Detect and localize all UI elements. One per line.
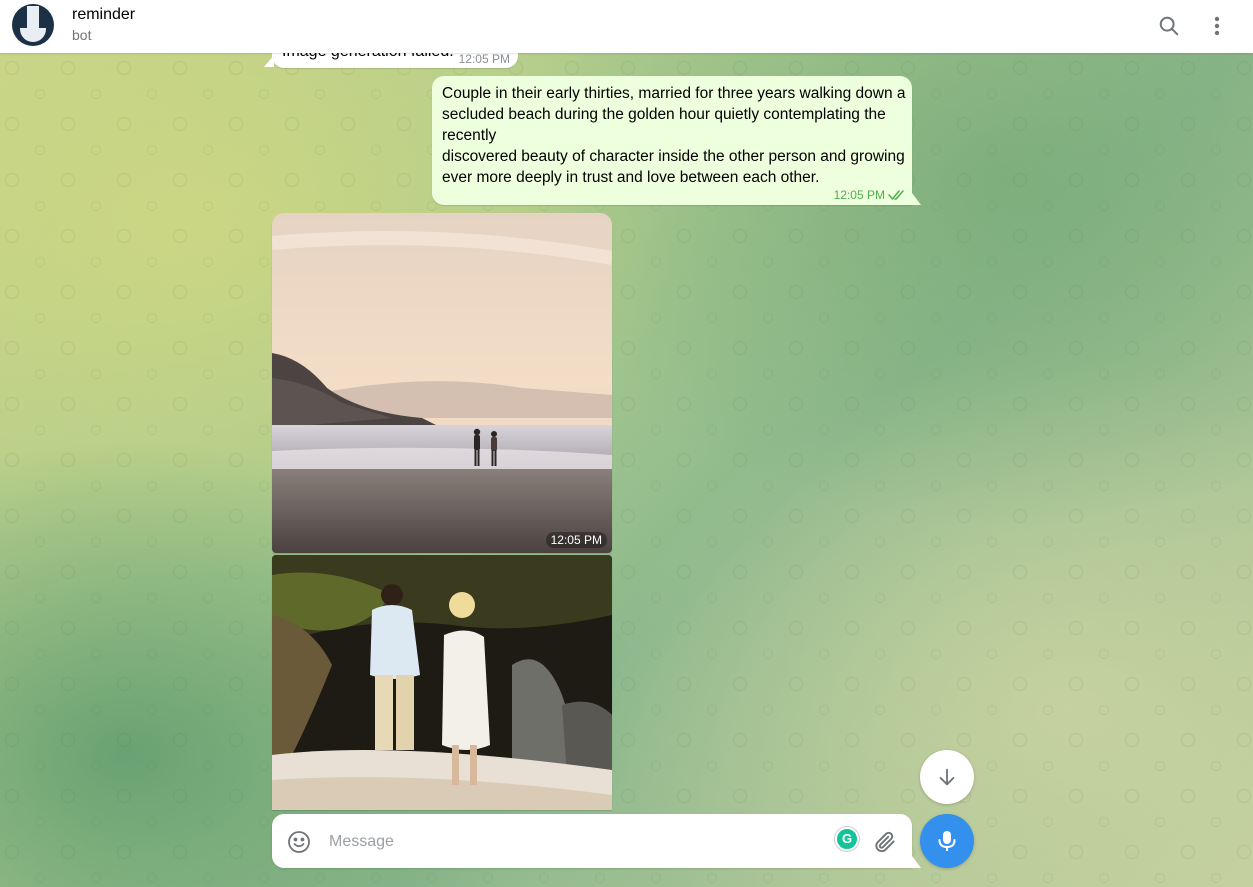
- message-time: 12:05 PM: [458, 52, 510, 66]
- photo-timestamp: 12:05 PM: [545, 532, 607, 548]
- beach-sunset-photo: [272, 213, 612, 553]
- grammarly-icon[interactable]: G: [835, 827, 859, 851]
- message-text: Couple in their early thirties, married …: [442, 85, 906, 186]
- double-check-icon: [888, 190, 904, 200]
- microphone-icon: [938, 831, 956, 851]
- more-options-button[interactable]: [1204, 13, 1230, 39]
- avatar[interactable]: [12, 4, 54, 46]
- bubble-tail: [264, 55, 274, 67]
- photo-message-beach-rocks[interactable]: [272, 555, 612, 810]
- chat-title[interactable]: reminder: [72, 6, 135, 24]
- emoji-icon[interactable]: [286, 829, 312, 855]
- arrow-down-icon: [939, 768, 955, 786]
- more-vertical-icon: [1214, 16, 1220, 36]
- chat-subtitle: bot: [72, 27, 92, 43]
- scroll-to-bottom-button[interactable]: [920, 750, 974, 804]
- composer-tail: [912, 856, 921, 868]
- search-button[interactable]: [1156, 13, 1182, 39]
- message-meta: 12:05 PM: [834, 188, 906, 202]
- message-input[interactable]: [327, 827, 821, 857]
- photo-message-beach-sunset[interactable]: 12:05 PM: [272, 213, 612, 553]
- bubble-tail: [912, 193, 921, 205]
- chat-header: reminder bot: [0, 0, 1253, 53]
- message-outgoing[interactable]: Couple in their early thirties, married …: [432, 76, 912, 205]
- voice-record-button[interactable]: [920, 814, 974, 868]
- message-time: 12:05 PM: [833, 188, 885, 202]
- message-composer: G: [272, 814, 912, 868]
- paperclip-icon[interactable]: [872, 829, 898, 855]
- search-icon: [1159, 16, 1179, 36]
- beach-rocks-photo: [272, 555, 612, 810]
